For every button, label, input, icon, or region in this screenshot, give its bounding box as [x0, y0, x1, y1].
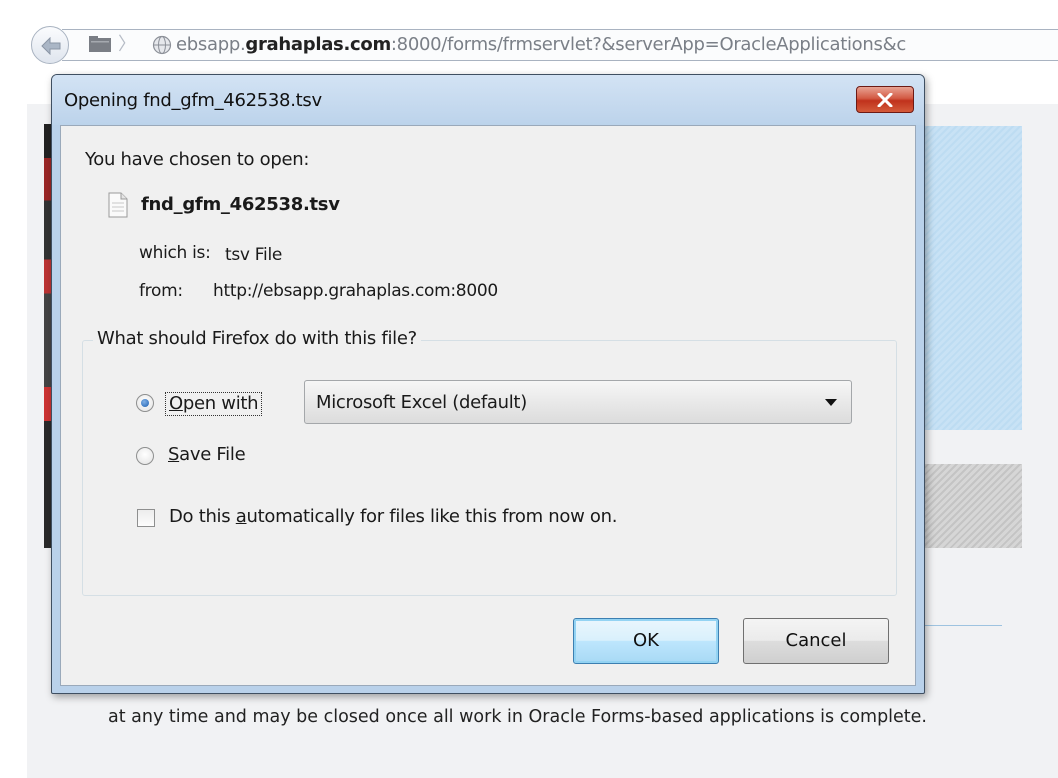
action-groupbox [82, 340, 897, 596]
bookmarks-folder-icon[interactable] [88, 35, 112, 53]
from-label: from: [139, 281, 183, 301]
open-file-dialog: Opening fnd_gfm_462538.tsv You have chos… [51, 74, 925, 694]
url-domain: grahaplas.com [245, 34, 391, 55]
save-file-rest: ave File [179, 444, 246, 465]
auto-label[interactable]: Do this automatically for files like thi… [169, 506, 617, 527]
application-select-value: Microsoft Excel (default) [316, 392, 527, 413]
file-name: fnd_gfm_462538.tsv [141, 194, 340, 215]
open-with-label[interactable]: Open with [165, 392, 263, 416]
auto-after: utomatically for files like this from no… [246, 506, 618, 527]
url-prefix: ebsapp. [176, 34, 246, 55]
browser-toolbar: 〉 ebsapp.grahaplas.com:8000/forms/frmser… [0, 0, 1058, 84]
auto-checkbox[interactable] [137, 509, 155, 527]
back-button[interactable] [31, 26, 69, 64]
dialog-titlebar[interactable]: Opening fnd_gfm_462538.tsv [52, 75, 924, 125]
open-with-radio[interactable] [136, 394, 154, 412]
url-text[interactable]: ebsapp.grahaplas.com:8000/forms/frmservl… [176, 34, 906, 56]
chosen-label: You have chosen to open: [85, 149, 310, 170]
file-type-value: tsv File [225, 245, 283, 265]
url-rest: :8000/forms/frmservlet?&serverApp=Oracle… [390, 34, 906, 55]
save-file-radio[interactable] [136, 447, 154, 465]
page-body-text: at any time and may be closed once all w… [108, 707, 927, 727]
chevron-right-icon: 〉 [118, 34, 136, 54]
file-icon [108, 192, 128, 218]
save-file-label[interactable]: Save File [168, 444, 246, 465]
action-group-legend: What should Firefox do with this file? [93, 328, 421, 349]
open-with-accel: O [169, 393, 183, 414]
back-arrow-icon [41, 37, 61, 55]
save-file-accel: S [168, 444, 180, 465]
which-is-label: which is: [139, 243, 211, 263]
dialog-title: Opening fnd_gfm_462538.tsv [64, 90, 322, 111]
auto-before: Do this [169, 506, 236, 527]
page-banner-blue [920, 126, 1022, 430]
cancel-button[interactable]: Cancel [743, 618, 889, 664]
source-url-value: http://ebsapp.grahaplas.com:8000 [213, 281, 498, 301]
close-icon [877, 93, 893, 107]
application-select[interactable]: Microsoft Excel (default) [304, 380, 852, 424]
dialog-body: You have chosen to open: fnd_gfm_462538.… [60, 125, 916, 686]
close-button[interactable] [856, 86, 914, 113]
open-with-rest: pen with [182, 393, 259, 414]
chevron-down-icon [825, 399, 837, 406]
ok-button[interactable]: OK [573, 618, 719, 664]
page-divider [920, 625, 1002, 626]
auto-accel: a [235, 506, 247, 527]
page-banner-gray [920, 464, 1022, 548]
globe-icon [152, 35, 172, 55]
